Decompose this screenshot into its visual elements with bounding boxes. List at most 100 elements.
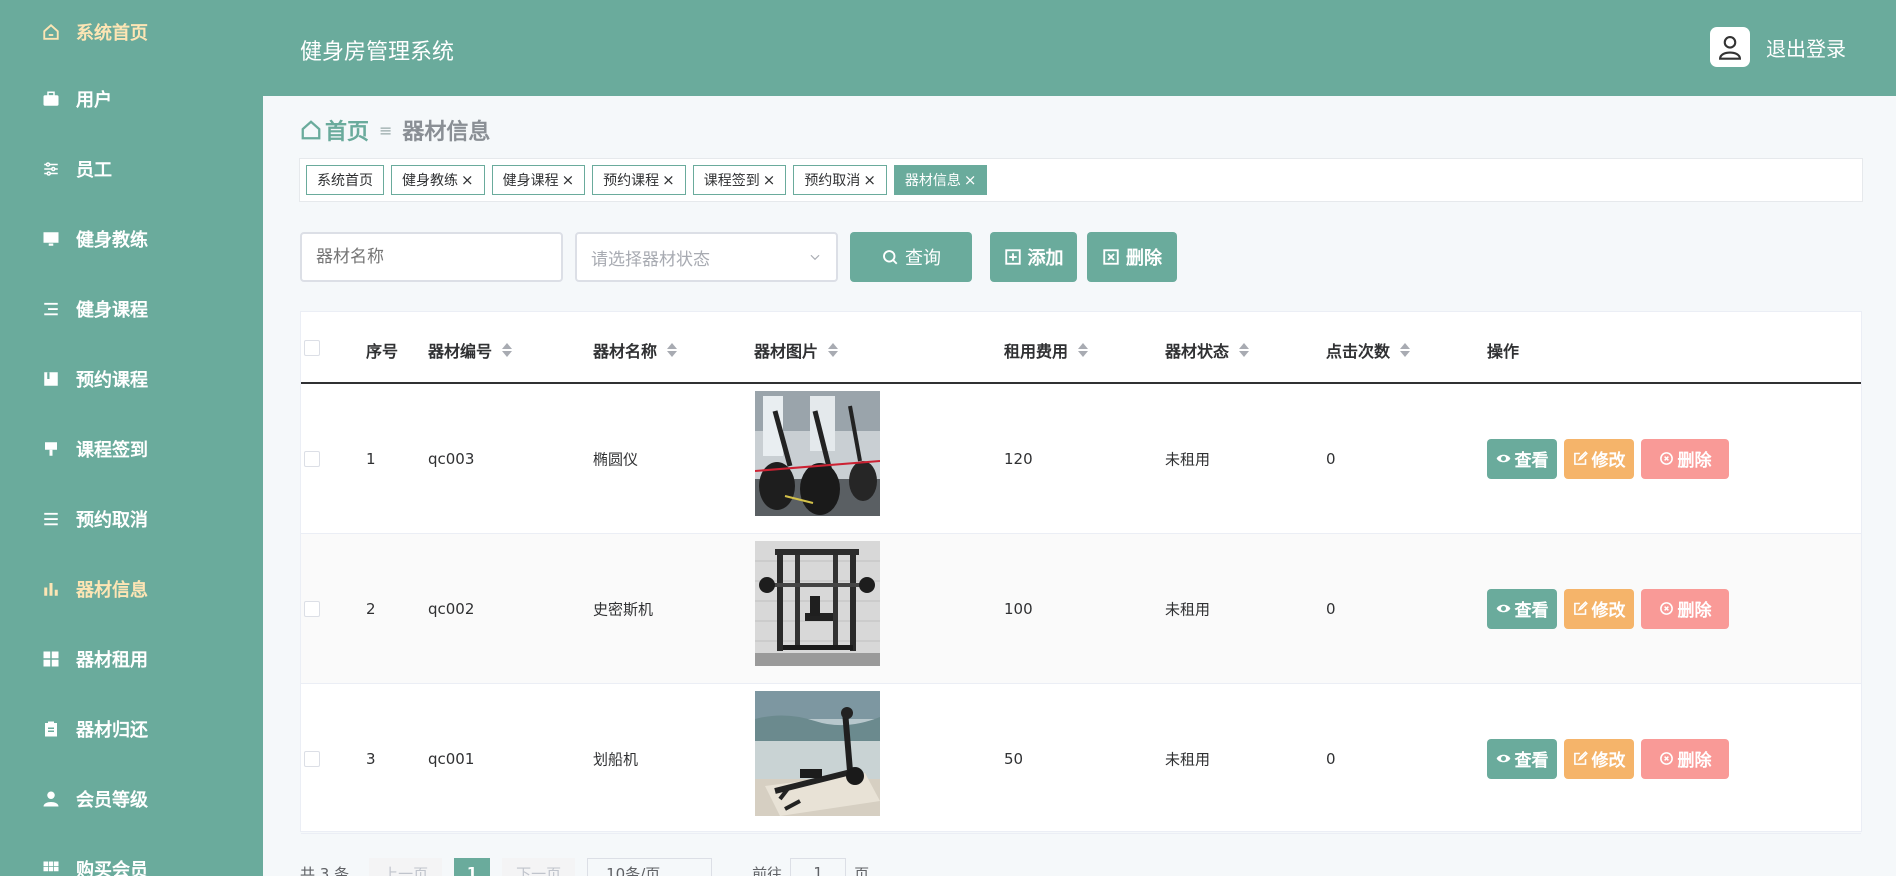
equipment-image-smith-machine[interactable] [755, 541, 880, 666]
sidebar-item-checkin[interactable]: 课程签到 [0, 414, 263, 484]
table-row: 2 qc002 史密斯机 100 未租用 0 查看 修改 删除 [301, 534, 1861, 684]
view-button[interactable]: 查看 [1487, 438, 1557, 479]
close-icon[interactable]: × [562, 171, 575, 189]
close-icon[interactable]: × [662, 171, 675, 189]
sidebar-item-label: 健身教练 [76, 230, 148, 251]
sidebar-item-label: 购买会员 [76, 860, 148, 876]
equipment-status-select[interactable]: 请选择器材状态 [575, 232, 838, 282]
sort-icon[interactable] [1400, 343, 1411, 357]
col-ops: 操作 [1487, 338, 1519, 362]
view-button[interactable]: 查看 [1487, 588, 1557, 629]
cell-clicks: 0 [1326, 449, 1336, 468]
next-page-button[interactable]: 下一页 [502, 858, 576, 876]
sidebar-item-staff[interactable]: 员工 [0, 134, 263, 204]
equipment-name-input[interactable] [300, 232, 563, 282]
row-checkbox[interactable] [304, 450, 320, 467]
edit-label: 修改 [1591, 751, 1626, 771]
edit-button[interactable]: 修改 [1564, 438, 1634, 479]
prev-page-button[interactable]: 上一页 [369, 858, 443, 876]
tag-coach[interactable]: 健身教练 × [391, 165, 485, 195]
logout-button[interactable]: 退出登录 [1710, 27, 1846, 67]
breadcrumb-home[interactable]: 首页 [300, 114, 369, 146]
equipment-image-elliptical[interactable] [755, 391, 880, 516]
delete-button[interactable]: 删除 [1641, 738, 1729, 779]
sort-icon[interactable] [1078, 343, 1089, 357]
close-square-icon [1103, 249, 1119, 265]
row-checkbox[interactable] [304, 600, 320, 617]
add-button[interactable]: 添加 [990, 232, 1077, 282]
query-button[interactable]: 查询 [850, 232, 972, 282]
edit-button[interactable]: 修改 [1564, 738, 1634, 779]
sort-icon[interactable] [502, 343, 513, 357]
sidebar-item-rental[interactable]: 器材租用 [0, 624, 263, 694]
goto-page-input[interactable]: 1 [790, 858, 847, 876]
sidebar-item-coach[interactable]: 健身教练 [0, 204, 263, 274]
col-name[interactable]: 器材名称 [593, 338, 678, 362]
col-clicks[interactable]: 点击次数 [1326, 338, 1411, 362]
page-size-select[interactable]: 10条/页 [587, 858, 713, 876]
cell-fee: 120 [1004, 449, 1033, 468]
goto-prefix: 前往 [752, 864, 783, 876]
batch-delete-button[interactable]: 删除 [1087, 232, 1177, 282]
tag-checkin[interactable]: 课程签到 × [692, 165, 787, 195]
top-header: 健身房管理系统 退出登录 [263, 0, 1896, 96]
eye-icon [1496, 754, 1510, 763]
sidebar-item-label: 会员等级 [76, 790, 148, 811]
add-label: 添加 [1027, 248, 1064, 269]
tag-equipment[interactable]: 器材信息 × [893, 165, 988, 195]
col-label: 器材编号 [428, 342, 493, 361]
delete-button[interactable]: 删除 [1641, 588, 1729, 629]
close-icon[interactable]: × [863, 171, 876, 189]
sort-icon[interactable] [667, 343, 678, 357]
sort-icon[interactable] [828, 343, 839, 357]
col-code[interactable]: 器材编号 [428, 338, 513, 362]
app-title: 健身房管理系统 [300, 40, 455, 65]
edit-button[interactable]: 修改 [1564, 588, 1634, 629]
avatar [1710, 27, 1750, 67]
equipment-image-rowing-machine[interactable] [755, 691, 880, 816]
sidebar-item-return[interactable]: 器材归还 [0, 694, 263, 764]
stamp-icon [42, 440, 60, 458]
sidebar-item-users[interactable]: 用户 [0, 64, 263, 134]
briefcase-icon [42, 90, 60, 108]
sidebar-item-buy-member[interactable]: 购买会员 [0, 834, 263, 876]
plus-square-icon [1004, 249, 1021, 265]
edit-icon [1573, 601, 1588, 615]
tag-course[interactable]: 健身课程 × [491, 165, 586, 195]
col-fee[interactable]: 租用费用 [1004, 338, 1089, 362]
page-number-current[interactable]: 1 [454, 858, 491, 876]
tag-booking[interactable]: 预约课程 × [592, 165, 686, 195]
col-label: 租用费用 [1004, 342, 1069, 361]
sidebar-item-booking[interactable]: 预约课程 [0, 344, 263, 414]
sidebar-item-course[interactable]: 健身课程 [0, 274, 263, 344]
delete-button[interactable]: 删除 [1641, 438, 1729, 479]
sidebar-item-label: 器材信息 [76, 580, 148, 601]
col-image[interactable]: 器材图片 [754, 338, 839, 362]
sidebar-item-label: 员工 [76, 160, 112, 181]
sidebar-item-equipment[interactable]: 器材信息 [0, 554, 263, 624]
close-icon[interactable]: × [964, 171, 977, 189]
sidebar-item-member-level[interactable]: 会员等级 [0, 764, 263, 834]
home-icon [301, 120, 321, 140]
sort-icon[interactable] [1239, 343, 1250, 357]
table-header: 序号 器材编号 器材名称 器材图片 租用费用 器材状态 点击次数 操作 [301, 312, 1861, 384]
sidebar-item-cancel[interactable]: 预约取消 [0, 484, 263, 554]
close-icon[interactable]: × [461, 171, 474, 189]
tag-label: 课程签到 [703, 173, 760, 189]
select-all-checkbox[interactable] [304, 340, 320, 356]
delete-label: 删除 [1677, 451, 1712, 471]
sidebar-item-label: 器材租用 [76, 650, 148, 671]
cell-index: 3 [366, 749, 376, 768]
sidebar-item-label: 用户 [76, 90, 112, 111]
view-label: 查看 [1514, 751, 1549, 771]
row-checkbox[interactable] [304, 750, 320, 767]
delete-label: 删除 [1126, 248, 1162, 269]
view-button[interactable]: 查看 [1487, 738, 1557, 779]
sidebar-item-home[interactable]: 系统首页 [0, 0, 263, 64]
col-status[interactable]: 器材状态 [1165, 338, 1250, 362]
view-label: 查看 [1514, 601, 1549, 621]
tag-cancel[interactable]: 预约取消 × [793, 165, 887, 195]
close-icon[interactable]: × [763, 171, 776, 189]
tag-home[interactable]: 系统首页 [306, 165, 384, 195]
tag-label: 预约课程 [603, 173, 660, 189]
